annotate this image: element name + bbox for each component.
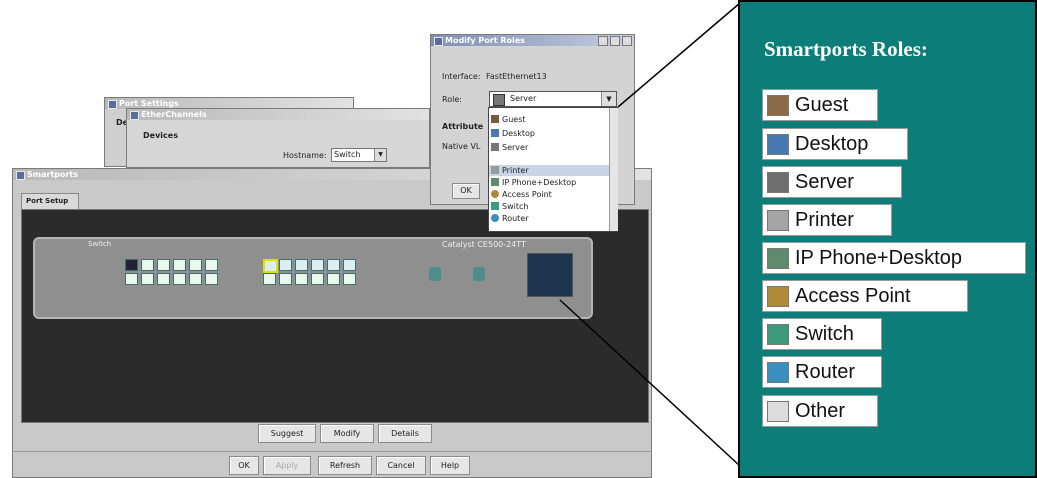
desktop-icon <box>767 134 789 155</box>
guest-icon <box>767 95 789 116</box>
panel-title: Smartports Roles: <box>764 37 928 61</box>
role-access-point: Access Point <box>762 280 968 312</box>
printer-icon <box>767 210 789 231</box>
role-label: Printer <box>795 209 854 231</box>
switch-icon <box>767 324 789 345</box>
callout-line-bottom <box>559 299 741 467</box>
role-printer: Printer <box>762 204 892 236</box>
role-label: Server <box>795 171 854 193</box>
role-label: Other <box>795 400 846 422</box>
smartports-roles-panel: Smartports Roles: Guest Desktop Server P… <box>738 0 1037 478</box>
callout-line-top <box>617 2 741 108</box>
phone-icon <box>767 248 789 269</box>
role-label: IP Phone+Desktop <box>795 247 962 269</box>
role-server: Server <box>762 166 902 198</box>
role-label: Access Point <box>795 285 911 307</box>
role-label: Router <box>795 361 856 383</box>
role-ip-phone-desktop: IP Phone+Desktop <box>762 242 1026 274</box>
access-point-icon <box>767 286 789 307</box>
role-label: Guest <box>795 94 849 116</box>
role-label: Desktop <box>795 133 869 155</box>
role-desktop: Desktop <box>762 128 908 160</box>
role-guest: Guest <box>762 89 878 121</box>
role-switch: Switch <box>762 318 882 350</box>
role-router: Router <box>762 356 882 388</box>
router-icon <box>767 362 789 383</box>
role-other: Other <box>762 395 878 427</box>
other-icon <box>767 401 789 422</box>
role-label: Switch <box>795 323 854 345</box>
server-icon <box>767 172 789 193</box>
